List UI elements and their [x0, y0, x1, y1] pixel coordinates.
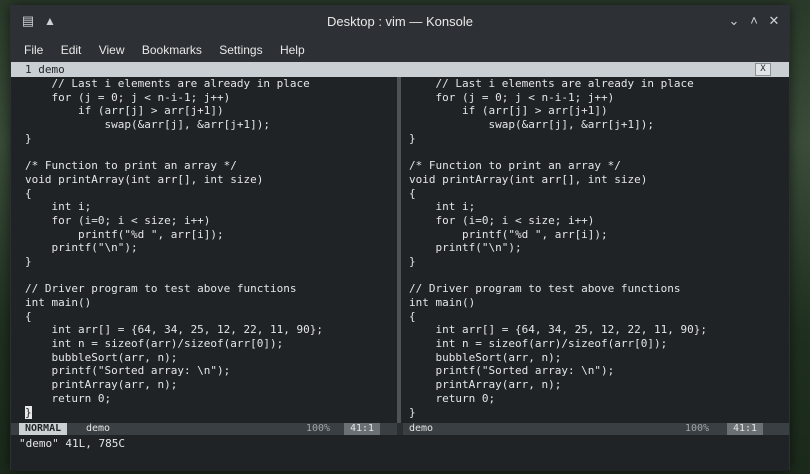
code-line: swap(&arr[j], &arr[j+1]);: [25, 118, 271, 132]
code-line: }: [409, 254, 416, 268]
code-line: {: [25, 309, 32, 323]
code-line: printf("Sorted array: \n");: [25, 364, 231, 378]
code-line: int i;: [409, 200, 476, 214]
code-line: printf("%d ", arr[i]);: [409, 227, 608, 241]
code-line: {: [409, 186, 416, 200]
code-line: if (arr[j] > arr[j+1]): [409, 104, 608, 118]
menu-help[interactable]: Help: [280, 38, 305, 62]
left-split-pane[interactable]: // Last i elements are already in place …: [25, 77, 410, 427]
code-line: int main(): [25, 296, 92, 309]
code-line: int arr[] = {64, 34, 25, 12, 22, 11, 90}…: [409, 323, 708, 337]
code-line: // Driver program to test above function…: [409, 282, 681, 296]
code-line: // Last i elements are already in place: [25, 77, 310, 90]
left-scroll-percent: 100%: [306, 423, 331, 434]
code-line: int main(): [409, 296, 476, 309]
menu-file[interactable]: File: [24, 38, 43, 62]
code-line: printf("\n");: [25, 241, 138, 255]
code-line: int arr[] = {64, 34, 25, 12, 22, 11, 90}…: [25, 323, 324, 337]
left-cursor-position: 41:1: [344, 423, 381, 435]
vertical-split-divider[interactable]: [397, 77, 401, 427]
code-line: /* Function to print an array */: [25, 159, 237, 173]
code-line: bubbleSort(arr, n);: [25, 350, 178, 364]
right-scroll-percent: 100%: [685, 423, 710, 434]
code-line: if (arr[j] > arr[j+1]): [25, 104, 224, 118]
command-line-message: "demo" 41L, 785C: [19, 437, 125, 450]
code-line: }: [25, 131, 32, 145]
code-line: // Last i elements are already in place: [409, 77, 694, 90]
code-line: int n = sizeof(arr)/sizeof(arr[0]);: [409, 337, 668, 351]
menu-settings[interactable]: Settings: [219, 38, 262, 62]
text-cursor: }: [25, 405, 32, 419]
code-line: {: [25, 186, 32, 200]
code-line: int i;: [25, 200, 92, 214]
code-line: return 0;: [25, 391, 112, 405]
code-line: void printArray(int arr[], int size): [409, 172, 648, 186]
vim-tabline: 1 demo X: [11, 62, 789, 77]
code-line: }: [409, 131, 416, 145]
code-line: {: [409, 309, 416, 323]
window-title: Desktop : vim — Konsole: [327, 14, 473, 29]
code-line: void printArray(int arr[], int size): [25, 172, 264, 186]
code-line: return 0;: [409, 391, 496, 405]
code-line: }: [25, 254, 32, 268]
code-line: printf("\n");: [409, 241, 522, 255]
code-line: /* Function to print an array */: [409, 159, 621, 173]
code-line: for (i=0; i < size; i++): [409, 213, 595, 227]
code-line: printArray(arr, n);: [409, 378, 562, 392]
menu-bar: File Edit View Bookmarks Settings Help: [11, 38, 789, 62]
close-icon[interactable]: ✕: [765, 12, 783, 30]
code-line: for (i=0; i < size; i++): [25, 213, 211, 227]
right-file-name: demo: [409, 423, 434, 434]
code-line: printArray(arr, n);: [25, 378, 178, 392]
code-line: printf("%d ", arr[i]);: [25, 227, 224, 241]
konsole-window: ▤ ▲ Desktop : vim — Konsole ⌄ ˄ ✕ File E…: [10, 5, 790, 471]
tab-close-button[interactable]: X: [755, 63, 771, 76]
minimize-icon[interactable]: ⌄: [725, 12, 743, 30]
code-line: for (j = 0; j < n-i-1; j++): [409, 90, 615, 104]
menu-edit[interactable]: Edit: [61, 38, 82, 62]
mode-indicator: NORMAL: [19, 423, 68, 435]
code-line: swap(&arr[j], &arr[j+1]);: [409, 118, 655, 132]
code-line: for (j = 0; j < n-i-1; j++): [25, 90, 231, 104]
terminal-editor-area[interactable]: // Last i elements are already in place …: [11, 77, 789, 471]
code-line: printf("Sorted array: \n");: [409, 364, 615, 378]
status-line: NORMAL demo 100% 41:1 demo 100% 41:1: [11, 423, 789, 435]
code-line: int n = sizeof(arr)/sizeof(arr[0]);: [25, 337, 284, 351]
menu-view[interactable]: View: [99, 38, 125, 62]
left-file-name: demo: [86, 423, 111, 434]
code-line: }: [25, 405, 410, 420]
tab-demo[interactable]: 1 demo: [25, 63, 65, 76]
status-divider: [397, 423, 403, 435]
title-bar[interactable]: ▤ ▲ Desktop : vim — Konsole ⌄ ˄ ✕: [11, 6, 789, 38]
right-split-pane[interactable]: // Last i elements are already in place …: [409, 77, 794, 427]
maximize-icon[interactable]: ˄: [745, 12, 763, 30]
right-cursor-position: 41:1: [727, 423, 764, 435]
code-line: }: [409, 405, 416, 419]
code-line: bubbleSort(arr, n);: [409, 350, 562, 364]
menu-bookmarks[interactable]: Bookmarks: [142, 38, 202, 62]
code-line: // Driver program to test above function…: [25, 282, 297, 296]
